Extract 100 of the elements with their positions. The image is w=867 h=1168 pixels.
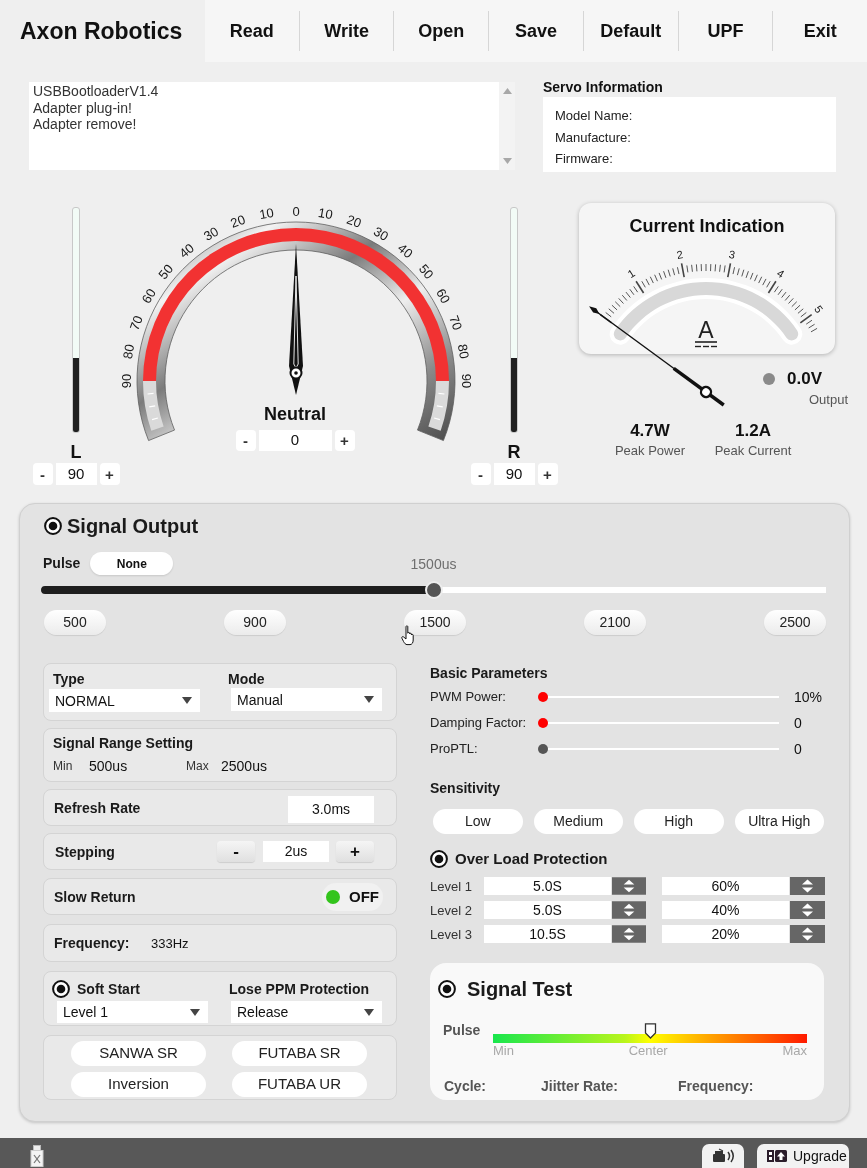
number-field[interactable]: 5.0S	[484, 901, 611, 919]
scale-label: 4	[774, 266, 787, 281]
slider-thumb[interactable]	[538, 692, 548, 702]
increment-button[interactable]: +	[99, 463, 120, 485]
radio-button[interactable]	[438, 980, 456, 998]
dropdown[interactable]: Release	[231, 1001, 382, 1023]
slider-thumb[interactable]	[538, 744, 548, 754]
up-down-arrows-icon[interactable]	[790, 877, 825, 895]
increment-button[interactable]: +	[537, 463, 558, 485]
menu-button[interactable]: Default	[583, 0, 678, 62]
protocol-button[interactable]: SANWA SR	[71, 1041, 206, 1066]
preset-button[interactable]: 2500	[764, 610, 826, 635]
decrement-button[interactable]: -	[235, 430, 256, 451]
pulse-mode-button[interactable]: None	[90, 552, 174, 575]
output-label: Output	[808, 392, 848, 408]
up-down-arrows-icon[interactable]	[612, 925, 646, 943]
field-label: Frequency:	[54, 935, 130, 951]
scale-label: 2	[675, 248, 684, 261]
value-field[interactable]: 0	[258, 430, 332, 451]
field-label: Lose PPM Protection	[229, 980, 370, 999]
dropdown[interactable]: Level 1	[57, 1001, 208, 1023]
value-field[interactable]: 3.0ms	[288, 796, 374, 823]
field-label: Signal Range Setting	[53, 734, 193, 752]
scale-label: 50	[155, 261, 177, 283]
field-label: Max	[186, 758, 209, 774]
radio-button[interactable]	[52, 980, 70, 998]
up-down-arrows-icon[interactable]	[612, 901, 646, 919]
field-label: Pulse	[43, 554, 81, 573]
up-down-arrows-icon[interactable]	[790, 925, 825, 943]
log-line: Adapter remove!	[33, 116, 137, 133]
scale-label: 80	[454, 343, 473, 360]
protocol-button[interactable]: FUTABA SR	[232, 1041, 367, 1066]
sensitivity-button[interactable]: High	[634, 809, 724, 834]
increment-button[interactable]: +	[334, 430, 355, 451]
field-value: 0	[794, 715, 802, 731]
peak-value: 4.7W	[630, 422, 670, 440]
scale-label: 50	[415, 261, 437, 283]
usb-icon	[30, 1145, 44, 1167]
slider-thumb[interactable]	[538, 718, 548, 728]
field-value: 500us	[89, 758, 128, 774]
peak-label: Peak Current	[714, 443, 792, 459]
toggle-switch[interactable]: OFF	[322, 882, 383, 911]
value-field[interactable]: 90	[55, 463, 97, 485]
sensitivity-button[interactable]: Medium	[533, 809, 623, 834]
scale-label: Center	[628, 1044, 668, 1058]
preset-button[interactable]: 1500	[404, 610, 466, 635]
scale-label: 90	[118, 373, 134, 389]
limit-label: R	[507, 442, 521, 462]
log-line: USBBootloaderV1.4	[33, 83, 159, 100]
menu-button[interactable]: UPF	[678, 0, 773, 62]
up-down-arrows-icon[interactable]	[790, 901, 825, 919]
menu-button[interactable]: Read	[205, 0, 299, 62]
increment-button[interactable]: +	[336, 841, 374, 862]
number-field[interactable]: 20%	[662, 925, 789, 943]
dropdown[interactable]: Manual	[231, 688, 382, 711]
number-field[interactable]: 60%	[662, 877, 789, 895]
number-field[interactable]: 10.5S	[484, 925, 611, 943]
up-down-arrows-icon[interactable]	[612, 877, 646, 895]
scale-label: 10	[258, 204, 275, 223]
radio-button[interactable]	[44, 517, 62, 535]
limit-label: L	[70, 442, 82, 462]
protocol-button[interactable]: FUTABA UR	[232, 1072, 367, 1097]
number-field[interactable]: 40%	[662, 901, 789, 919]
protocol-button[interactable]: Inversion	[71, 1072, 206, 1097]
slider-thumb[interactable]	[424, 581, 443, 599]
scale-label: 70	[126, 313, 146, 333]
upgrade-button[interactable]: Upgrade	[757, 1144, 849, 1168]
decrement-button[interactable]: -	[470, 463, 491, 485]
caret-icon	[182, 697, 192, 704]
decrement-button[interactable]: -	[32, 463, 53, 485]
direct-current-icon	[694, 341, 718, 348]
scale-label: 1	[625, 266, 638, 281]
menu-button[interactable]: Open	[394, 0, 489, 62]
field-label: Level 3	[430, 927, 472, 942]
scale-label: 40	[176, 240, 198, 262]
sensitivity-button[interactable]: Ultra High	[734, 809, 824, 834]
preset-button[interactable]: 500	[44, 610, 106, 635]
field-label: Soft Start	[77, 981, 140, 997]
decrement-button[interactable]: -	[217, 841, 255, 862]
caret-icon	[364, 696, 374, 703]
scale-label: 20	[344, 211, 364, 231]
dropdown[interactable]: NORMAL	[49, 689, 200, 712]
sound-button[interactable]	[702, 1144, 744, 1168]
upload-icon	[767, 1149, 787, 1163]
menu-button[interactable]: Write	[299, 0, 394, 62]
field-label: Level 1	[430, 879, 472, 894]
peak-label: Peak Power	[614, 443, 686, 459]
sensitivity-button[interactable]: Low	[433, 809, 523, 834]
preset-button[interactable]: 2100	[584, 610, 646, 635]
value-field[interactable]: 90	[493, 463, 535, 485]
menu-button[interactable]: Save	[489, 0, 583, 62]
pointer-cursor-icon	[401, 625, 416, 646]
preset-button[interactable]: 900	[224, 610, 286, 635]
menu-button[interactable]: Exit	[773, 0, 867, 62]
field-value: 0	[794, 741, 802, 757]
field-label: Level 2	[430, 903, 472, 918]
value-field[interactable]: 2us	[263, 841, 329, 862]
number-field[interactable]: 5.0S	[484, 877, 611, 895]
radio-button[interactable]	[430, 850, 448, 868]
scale-label: 20	[228, 211, 248, 231]
